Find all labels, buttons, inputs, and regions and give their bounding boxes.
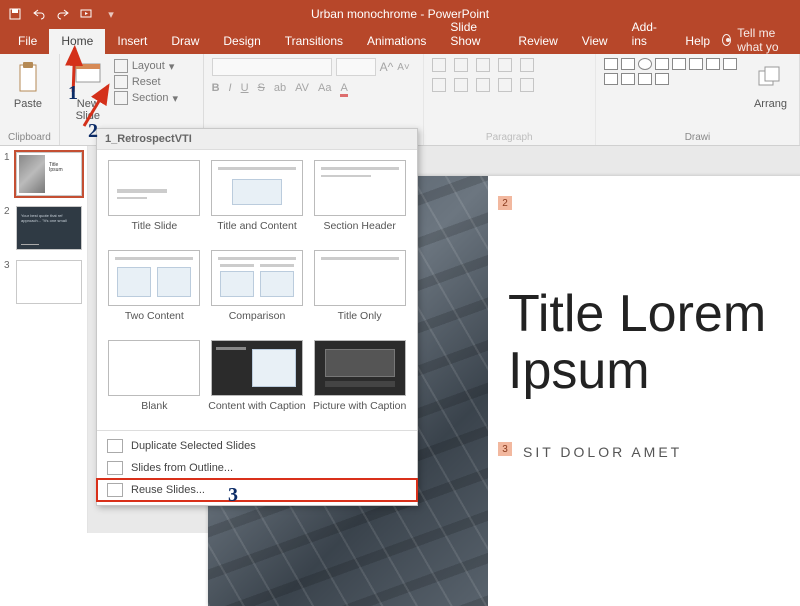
tell-me-search[interactable]: Tell me what yo [722, 26, 800, 54]
group-paragraph: Paragraph [424, 54, 596, 145]
undo-icon[interactable] [32, 7, 46, 21]
layout-two-content[interactable]: Two Content [105, 250, 204, 334]
strike-button[interactable]: S [258, 82, 265, 97]
tab-insert[interactable]: Insert [105, 29, 159, 54]
menu-reuse-slides[interactable]: Reuse Slides... [97, 479, 417, 501]
shape-line-icon[interactable] [604, 58, 618, 70]
title-bar: ▾ Urban monochrome - PowerPoint [0, 0, 800, 28]
font-family-select[interactable] [212, 58, 332, 76]
ribbon-tabs: File Home Insert Draw Design Transitions… [0, 28, 800, 54]
paste-label: Paste [14, 98, 42, 110]
tab-draw[interactable]: Draw [159, 29, 211, 54]
thumb-2[interactable]: 2Your best quote that refapproach... "It… [4, 206, 83, 250]
tab-addins[interactable]: Add-ins [620, 15, 674, 54]
layout-comparison[interactable]: Comparison [208, 250, 307, 334]
shape-arrow-icon[interactable] [655, 58, 669, 70]
indent-inc-icon[interactable] [498, 58, 512, 72]
underline-button[interactable]: U [241, 82, 249, 97]
italic-button[interactable]: I [229, 82, 232, 97]
shape-brace-icon[interactable] [604, 73, 618, 85]
layout-icon [114, 59, 128, 73]
shape-hex-icon[interactable] [638, 73, 652, 85]
gallery-menu: Duplicate Selected Slides Slides from Ou… [97, 430, 417, 505]
shape-triangle-icon[interactable] [672, 58, 686, 70]
menu-duplicate-slides[interactable]: Duplicate Selected Slides [97, 435, 417, 457]
duplicate-icon [107, 439, 123, 453]
arrange-icon [754, 60, 786, 96]
layout-section-header[interactable]: Section Header [310, 160, 409, 244]
reuse-icon [107, 483, 123, 497]
layout-title-content[interactable]: Title and Content [208, 160, 307, 244]
font-color-button[interactable]: A [340, 82, 347, 97]
thumb-3[interactable]: 3 [4, 260, 83, 304]
align-center-icon[interactable] [454, 78, 468, 92]
columns-icon[interactable] [520, 78, 534, 92]
layout-title-only[interactable]: Title Only [310, 250, 409, 334]
tab-animations[interactable]: Animations [355, 29, 438, 54]
tab-slideshow[interactable]: Slide Show [438, 15, 506, 54]
shape-curve-icon[interactable] [723, 58, 737, 70]
quick-access-toolbar: ▾ [0, 7, 118, 21]
redo-icon[interactable] [56, 7, 70, 21]
shape-star-icon[interactable] [689, 58, 703, 70]
layout-blank[interactable]: Blank [105, 340, 204, 424]
comment-tag-2[interactable]: 2 [498, 196, 512, 210]
bold-button[interactable]: B [212, 82, 220, 97]
annotation-2: 2 [88, 120, 98, 143]
thumb-1[interactable]: 1TitleIpsum [4, 152, 83, 196]
tab-help[interactable]: Help [673, 29, 722, 54]
chevron-down-icon: ▾ [173, 92, 179, 105]
group-label-drawing: Drawi [604, 130, 791, 143]
group-drawing: Arrang Drawi [596, 54, 800, 145]
window-title: Urban monochrome - PowerPoint [0, 7, 800, 21]
lightbulb-icon [722, 34, 731, 46]
start-slideshow-icon[interactable] [80, 7, 94, 21]
tab-transitions[interactable]: Transitions [273, 29, 355, 54]
arrange-label: Arrang [754, 98, 787, 110]
increase-font-icon[interactable]: A^ [380, 60, 394, 74]
chevron-down-icon: ▾ [169, 60, 175, 73]
tab-review[interactable]: Review [506, 29, 569, 54]
shape-connector-icon[interactable] [706, 58, 720, 70]
decrease-font-icon[interactable]: A˅ [397, 62, 410, 73]
layout-title-slide[interactable]: Title Slide [105, 160, 204, 244]
annotation-1: 1 [68, 82, 78, 105]
comment-tag-3[interactable]: 3 [498, 442, 512, 456]
shape-rect-icon[interactable] [621, 58, 635, 70]
case-button[interactable]: Aa [318, 82, 331, 97]
layout-picture-caption[interactable]: Picture with Caption [310, 340, 409, 424]
spacing-button[interactable]: AV [295, 82, 309, 97]
layout-content-caption[interactable]: Content with Caption [208, 340, 307, 424]
shadow-button[interactable]: ab [274, 82, 286, 97]
layout-button[interactable]: Layout ▾ [114, 58, 178, 74]
numbering-icon[interactable] [454, 58, 468, 72]
group-label-clipboard: Clipboard [8, 130, 51, 143]
tab-design[interactable]: Design [211, 29, 272, 54]
slide-title[interactable]: Title LoremIpsum [508, 286, 766, 400]
annotation-3: 3 [228, 484, 238, 507]
new-slide-gallery: 1_RetrospectVTI Title Slide Title and Co… [96, 128, 418, 506]
justify-icon[interactable] [498, 78, 512, 92]
indent-dec-icon[interactable] [476, 58, 490, 72]
align-right-icon[interactable] [476, 78, 490, 92]
gallery-theme-name: 1_RetrospectVTI [97, 129, 417, 150]
slide-subtitle[interactable]: SIT DOLOR AMET [523, 444, 682, 460]
group-label-paragraph: Paragraph [432, 130, 587, 143]
menu-slides-from-outline[interactable]: Slides from Outline... [97, 457, 417, 479]
shape-more-icon[interactable] [655, 73, 669, 85]
qat-customize-icon[interactable]: ▾ [104, 7, 118, 21]
line-spacing-icon[interactable] [520, 58, 534, 72]
shape-callout-icon[interactable] [621, 73, 635, 85]
bullets-icon[interactable] [432, 58, 446, 72]
align-left-icon[interactable] [432, 78, 446, 92]
shapes-palette[interactable] [604, 58, 744, 85]
tell-me-label: Tell me what yo [737, 26, 796, 54]
slide-thumbnails: 1TitleIpsum 2Your best quote that refapp… [0, 146, 88, 533]
outline-icon [107, 461, 123, 475]
tab-view[interactable]: View [570, 29, 620, 54]
font-size-select[interactable] [336, 58, 376, 76]
arrange-button[interactable]: Arrang [750, 58, 791, 112]
save-icon[interactable] [8, 7, 22, 21]
shape-oval-icon[interactable] [638, 58, 652, 70]
